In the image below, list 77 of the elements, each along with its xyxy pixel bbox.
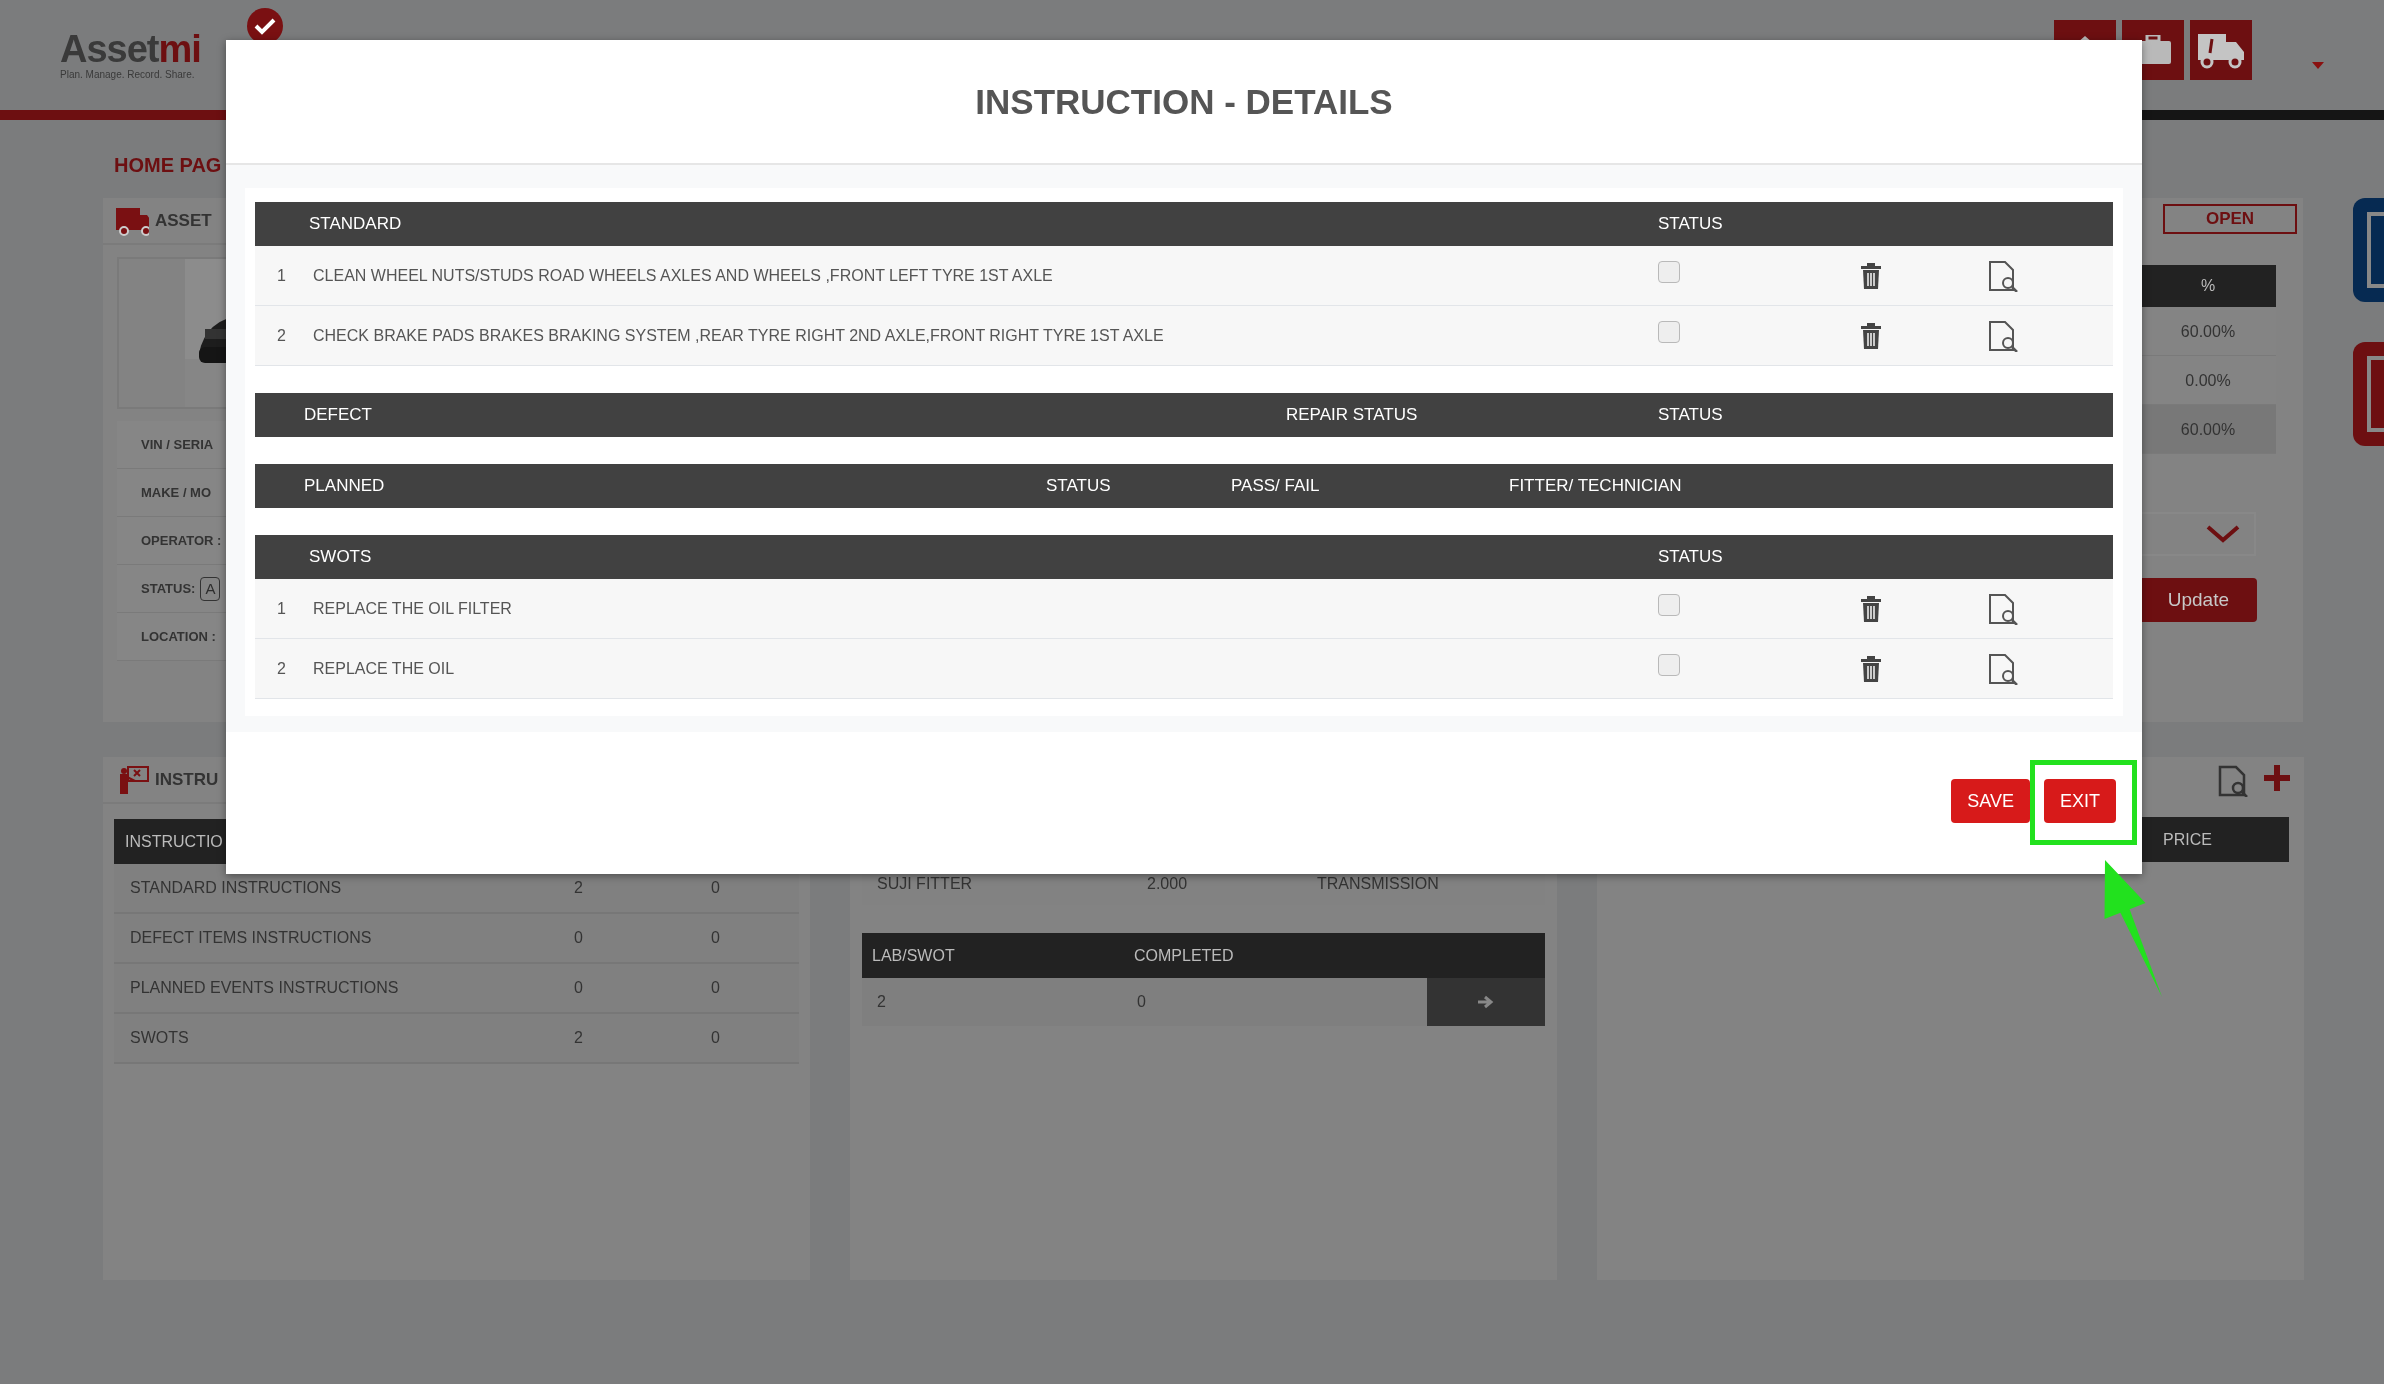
trash-icon[interactable]	[1861, 595, 1881, 622]
column-header: STATUS	[1046, 475, 1112, 498]
table-cell-text: CHECK BRAKE PADS BRAKES BRAKING SYSTEM ,REAR TYRE RIGHT 2ND AXLE,FRONT RIGHT TYRE 1ST AXLE	[313, 325, 1165, 346]
column-header: LAB/SWOT	[871, 945, 956, 966]
table-cell-text: 2	[574, 878, 584, 898]
trash-icon[interactable]	[1861, 322, 1881, 349]
table-cell-text: TRANSMISSION	[1317, 874, 1439, 894]
panel-title: ASSET	[155, 209, 212, 232]
chevron-down-icon	[2206, 525, 2240, 543]
table-cell-text: 0	[711, 978, 720, 998]
document-search-icon[interactable]	[1988, 319, 2018, 352]
row-number: 1	[277, 598, 287, 619]
status-badge: OPEN	[2163, 204, 2297, 234]
logo-text: mi	[158, 28, 201, 70]
table-cell-text: CLEAN WHEEL NUTS/STUDS ROAD WHEELS AXLES AND WHEELS ,FRONT LEFT TYRE 1ST AXLE	[313, 265, 1054, 286]
table-cell-text: REPLACE THE OIL	[313, 658, 456, 679]
column-header: PLANNED	[304, 475, 386, 498]
column-header: STATUS	[1658, 213, 1724, 236]
column-header: STANDARD	[309, 213, 403, 236]
column-header: STATUS	[1658, 404, 1724, 427]
column-header: PASS/ FAIL	[1231, 475, 1321, 498]
table-cell-text: PLANNED EVENTS INSTRUCTIONS	[129, 978, 400, 998]
trash-icon[interactable]	[1861, 655, 1881, 682]
column-header: PRICE	[2163, 829, 2212, 850]
logo-text: Asset	[60, 28, 159, 70]
table-cell-text: 0	[574, 978, 584, 998]
column-header: STATUS	[1658, 546, 1724, 569]
table-cell-text: 2	[574, 1028, 584, 1048]
table-cell-text: 0	[711, 1028, 720, 1048]
column-header: SWOTS	[309, 546, 373, 569]
exit-button[interactable]: EXIT	[2044, 779, 2116, 823]
modal-title: INSTRUCTION - DETAILS	[975, 80, 1393, 123]
logo-tagline: Plan. Manage. Record. Share.	[60, 70, 196, 80]
table-cell-text: DEFECT ITEMS INSTRUCTIONS	[129, 928, 373, 948]
table-cell-text: SUJI FITTER	[876, 874, 974, 894]
table-cell-text: REPLACE THE OIL FILTER	[313, 598, 513, 619]
field-label: VIN / SERIA	[141, 435, 214, 454]
column-header: REPAIR STATUS	[1286, 404, 1419, 427]
status-checkbox[interactable]	[1658, 654, 1680, 676]
status-field[interactable]: A	[200, 576, 221, 601]
field-label: OPERATOR :	[141, 531, 222, 550]
table-cell-text: 0	[711, 928, 720, 948]
column-header: DEFECT	[304, 404, 373, 427]
field-label: STATUS:	[141, 579, 196, 598]
plus-icon[interactable]	[2264, 765, 2290, 791]
document-search-icon[interactable]	[1988, 592, 2018, 625]
row-number: 2	[277, 658, 287, 679]
field-label: MAKE / MO	[141, 483, 212, 502]
status-checkbox[interactable]	[1658, 321, 1680, 343]
arrow-right-icon	[1478, 995, 1494, 1009]
document-search-icon[interactable]	[2218, 765, 2248, 797]
table-cell-text: SWOTS	[129, 1028, 190, 1048]
presentation-icon	[119, 764, 149, 795]
table-cell: 60.00%	[2140, 405, 2276, 454]
status-checkbox[interactable]	[1658, 594, 1680, 616]
table-cell-text: 0	[574, 928, 584, 948]
truck-icon	[115, 205, 149, 236]
document-search-icon[interactable]	[1988, 259, 2018, 292]
status-checkbox[interactable]	[1658, 261, 1680, 283]
column-header: COMPLETED	[1134, 945, 1234, 966]
column-header: INSTRUCTIO	[124, 831, 223, 852]
row-number: 2	[277, 325, 287, 346]
table-cell-text: 0	[711, 878, 720, 898]
table-cell-text: STANDARD INSTRUCTIONS	[129, 878, 343, 898]
breadcrumb-title: HOME PAG	[113, 153, 223, 178]
document-search-icon[interactable]	[1988, 652, 2018, 685]
table-cell-text: 2.000	[1147, 874, 1189, 894]
trash-icon[interactable]	[1861, 262, 1881, 289]
table-cell-text: 2	[876, 992, 887, 1012]
row-number: 1	[277, 265, 287, 286]
column-header: FITTER/ TECHNICIAN	[1509, 475, 1683, 498]
field-label: LOCATION :	[141, 627, 216, 646]
table-header: %	[2140, 265, 2276, 307]
table-cell-text: 0	[1137, 992, 1146, 1012]
panel-title: INSTRU	[155, 768, 219, 791]
truck-info-button[interactable]	[2190, 20, 2252, 80]
save-button[interactable]: SAVE	[1951, 779, 2030, 823]
